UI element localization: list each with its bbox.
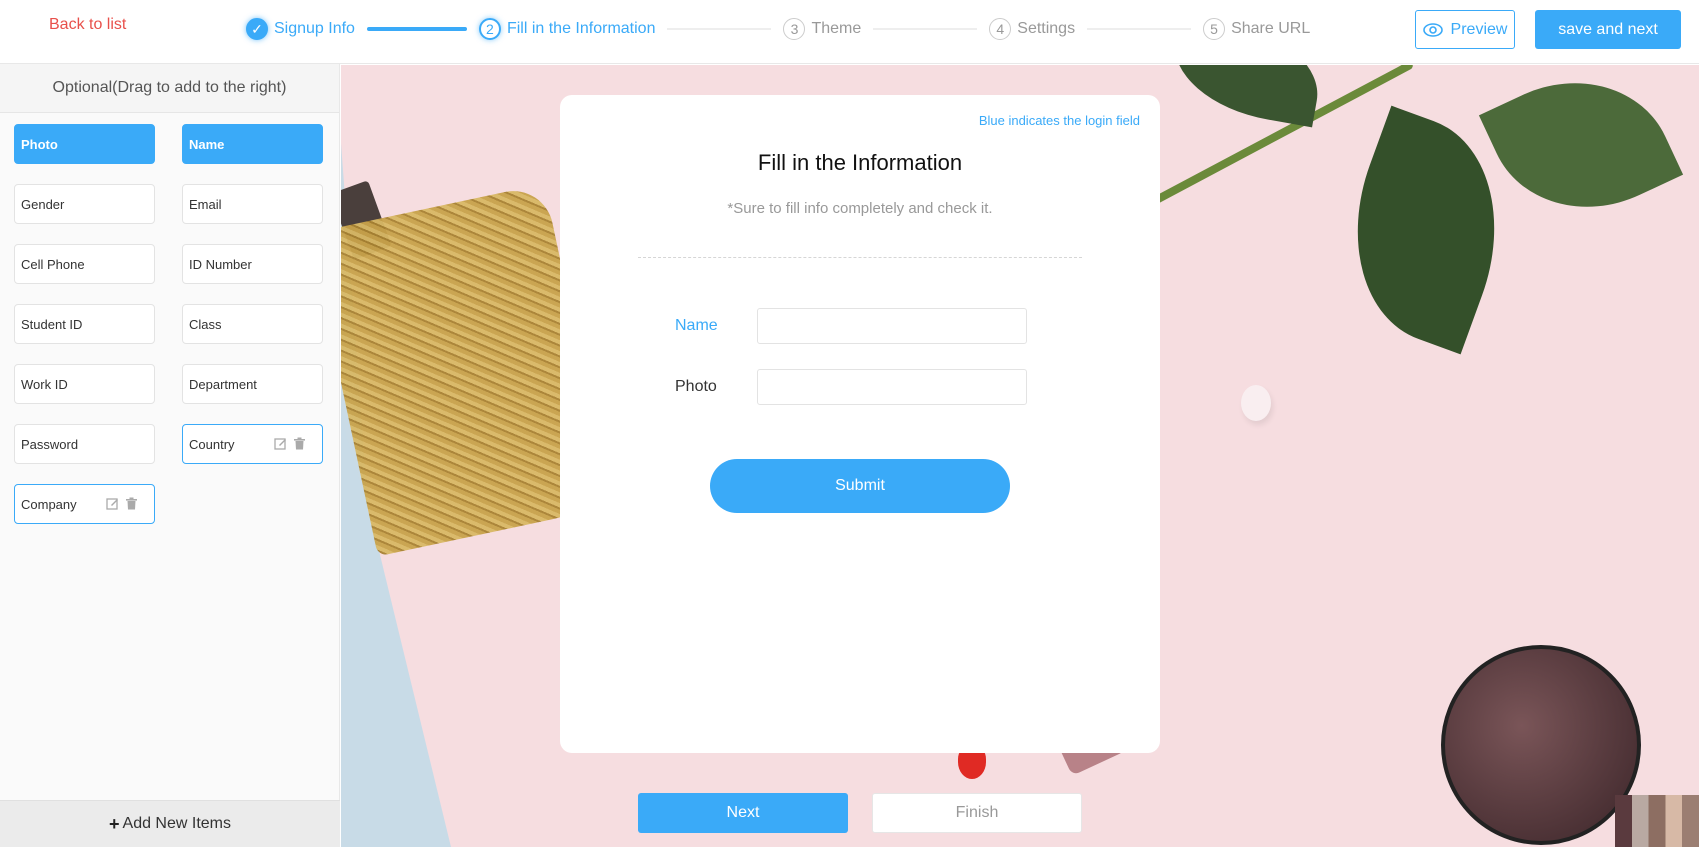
field-label: Cell Phone [21,256,85,272]
field-item-class[interactable]: Class [182,304,323,344]
login-field-hint: Blue indicates the login field [978,113,1140,128]
delete-icon[interactable] [125,497,138,510]
field-label: Department [189,376,257,392]
field-item-student-id[interactable]: Student ID [14,304,155,344]
finish-button[interactable]: Finish [872,793,1082,833]
field-label: Class [189,316,222,332]
field-label: ID Number [189,256,252,272]
add-new-items-button[interactable]: + Add New Items [0,800,340,847]
delete-icon[interactable] [293,437,306,450]
submit-button[interactable]: Submit [710,459,1010,513]
field-item-photo[interactable]: Photo [14,124,155,164]
field-item-work-id[interactable]: Work ID [14,364,155,404]
back-to-list-link[interactable]: Back to list [49,16,126,34]
step-connector [1087,28,1192,30]
sunglasses-image [1441,645,1641,845]
field-item-name[interactable]: Name [182,124,323,164]
leaf-image [1478,65,1684,243]
field-label: Gender [21,196,65,212]
check-icon: ✓ [246,18,268,40]
field-label: Photo [21,136,58,152]
field-palette-sidebar: Optional(Drag to add to the right) Photo… [0,64,340,847]
step-label: Theme [811,20,862,37]
step-settings[interactable]: 4 Settings [989,18,1075,40]
photo-input[interactable] [757,369,1027,405]
step-number: 4 [989,18,1012,40]
field-label: Company [21,496,77,512]
progress-steps: ✓ Signup Info 2 Fill in the Information … [246,15,1310,43]
preview-label: Preview [1450,20,1508,38]
field-actions [106,497,138,510]
field-label: Name [189,136,225,152]
form-row-photo: Photo [675,369,1055,405]
step-signup-info[interactable]: ✓ Signup Info [246,18,355,40]
step-connector [873,28,978,30]
step-number: 3 [783,18,806,40]
sidebar-title: Optional(Drag to add to the right) [0,64,339,113]
leaf-image [1164,65,1328,128]
plus-icon: + [109,814,120,834]
step-label: Signup Info [274,20,355,37]
form-title: Fill in the Information [757,150,963,175]
add-new-items-label: Add New Items [122,815,231,832]
field-label: Student ID [21,316,83,332]
step-connector [366,27,467,31]
field-item-country[interactable]: Country [182,424,323,464]
field-item-id-number[interactable]: ID Number [182,244,323,284]
field-item-password[interactable]: Password [14,424,155,464]
field-label: Password [21,436,79,452]
field-item-department[interactable]: Department [182,364,323,404]
field-list: Photo Name Gender Email Cell Phone ID Nu… [14,124,324,524]
edit-icon[interactable] [106,497,119,510]
form-preview-card: Blue indicates the login field Fill in t… [560,95,1160,753]
field-item-cell-phone[interactable]: Cell Phone [14,244,155,284]
field-item-email[interactable]: Email [182,184,323,224]
step-label: Settings [1017,20,1076,37]
field-label: Email [189,196,222,212]
field-item-gender[interactable]: Gender [14,184,155,224]
step-number: 5 [1203,18,1226,40]
field-label: Work ID [21,376,68,392]
form-row-name: Name [675,308,1055,344]
step-share-url[interactable]: 5 Share URL [1203,18,1310,40]
step-label: Fill in the Information [506,20,656,37]
next-button[interactable]: Next [638,793,848,833]
edit-icon[interactable] [274,437,287,450]
form-subtitle: *Sure to fill info completely and check … [727,200,993,217]
name-label: Name [675,317,718,334]
field-actions [274,437,306,450]
eye-icon [1422,22,1443,37]
preview-button[interactable]: Preview [1415,10,1515,49]
pebble-image [1241,385,1271,421]
field-item-company[interactable]: Company [14,484,155,524]
name-input[interactable] [757,308,1027,344]
pixelated-watermark [1615,795,1699,847]
field-label: Country [189,436,235,452]
top-header: Back to list ✓ Signup Info 2 Fill in the… [0,0,1699,64]
photo-label: Photo [675,378,717,395]
step-theme[interactable]: 3 Theme [783,18,861,40]
step-fill-information[interactable]: 2 Fill in the Information [478,18,656,40]
step-connector [667,28,772,30]
step-label: Share URL [1231,20,1311,37]
dashed-divider [638,257,1082,258]
save-and-next-button[interactable]: save and next [1535,10,1681,49]
step-number: 2 [478,18,501,40]
